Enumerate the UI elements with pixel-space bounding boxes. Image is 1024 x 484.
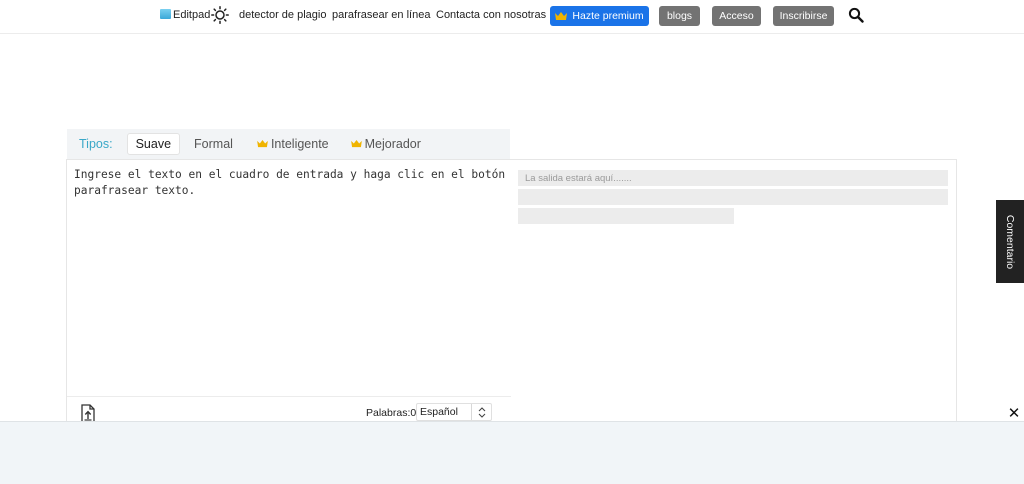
tab-suave[interactable]: Suave: [126, 133, 181, 155]
tab-label: Suave: [135, 137, 172, 151]
crown-icon: [350, 140, 362, 148]
login-button[interactable]: Acceso: [712, 6, 761, 26]
search-icon[interactable]: [848, 7, 864, 23]
word-counter: Palabras:0: [366, 407, 416, 419]
nav-link-contact[interactable]: Contacta con nosotras: [436, 9, 546, 21]
blogs-button[interactable]: blogs: [659, 6, 700, 26]
nav-link-paraphrase[interactable]: parafrasear en línea: [332, 9, 430, 21]
types-bar: Tipos: Suave Formal Inteligente Mejorado…: [67, 129, 510, 159]
language-select[interactable]: Español: [416, 403, 492, 421]
logo-text: Editpad: [173, 9, 211, 21]
language-value: Español: [420, 406, 458, 418]
input-footer: Palabras:0 Español: [67, 396, 511, 424]
output-skeleton-line: [518, 189, 948, 205]
premium-button[interactable]: Hazte premium: [550, 6, 649, 26]
crown-icon: [555, 11, 568, 20]
output-panel: La salida estará aquí.......: [511, 159, 957, 424]
top-navigation: Editpad detector de plagio parafrasear e…: [0, 0, 1024, 34]
crown-icon: [257, 140, 268, 148]
close-icon[interactable]: ✕: [1006, 405, 1022, 422]
input-textarea[interactable]: Ingrese el texto en el cuadro de entrada…: [74, 167, 509, 199]
bottom-ad-bar: [0, 421, 1024, 484]
types-label: Tipos:: [79, 137, 113, 151]
tab-label: Inteligente: [270, 137, 329, 151]
updown-chevron-icon: [471, 404, 491, 420]
nav-link-plagiarism[interactable]: detector de plagio: [239, 9, 326, 21]
output-skeleton-line: [518, 208, 734, 224]
premium-label: Hazte premium: [572, 10, 644, 22]
tab-mejorador[interactable]: Mejorador: [343, 133, 429, 155]
tab-formal[interactable]: Formal: [186, 133, 241, 155]
tab-label: Mejorador: [364, 137, 421, 151]
tab-inteligente[interactable]: Inteligente: [249, 133, 337, 155]
theme-toggle-icon[interactable]: [211, 6, 229, 24]
feedback-label: Comentario: [1004, 214, 1016, 269]
editpad-logo[interactable]: Editpad: [160, 6, 210, 24]
words-label: Palabras:: [366, 407, 411, 419]
tab-label: Formal: [194, 137, 233, 151]
feedback-tab[interactable]: Comentario: [996, 200, 1024, 283]
book-icon: [160, 9, 171, 19]
output-placeholder: La salida estará aquí.......: [518, 170, 948, 186]
input-panel: Ingrese el texto en el cuadro de entrada…: [66, 159, 512, 424]
signup-button[interactable]: Inscribirse: [773, 6, 834, 26]
